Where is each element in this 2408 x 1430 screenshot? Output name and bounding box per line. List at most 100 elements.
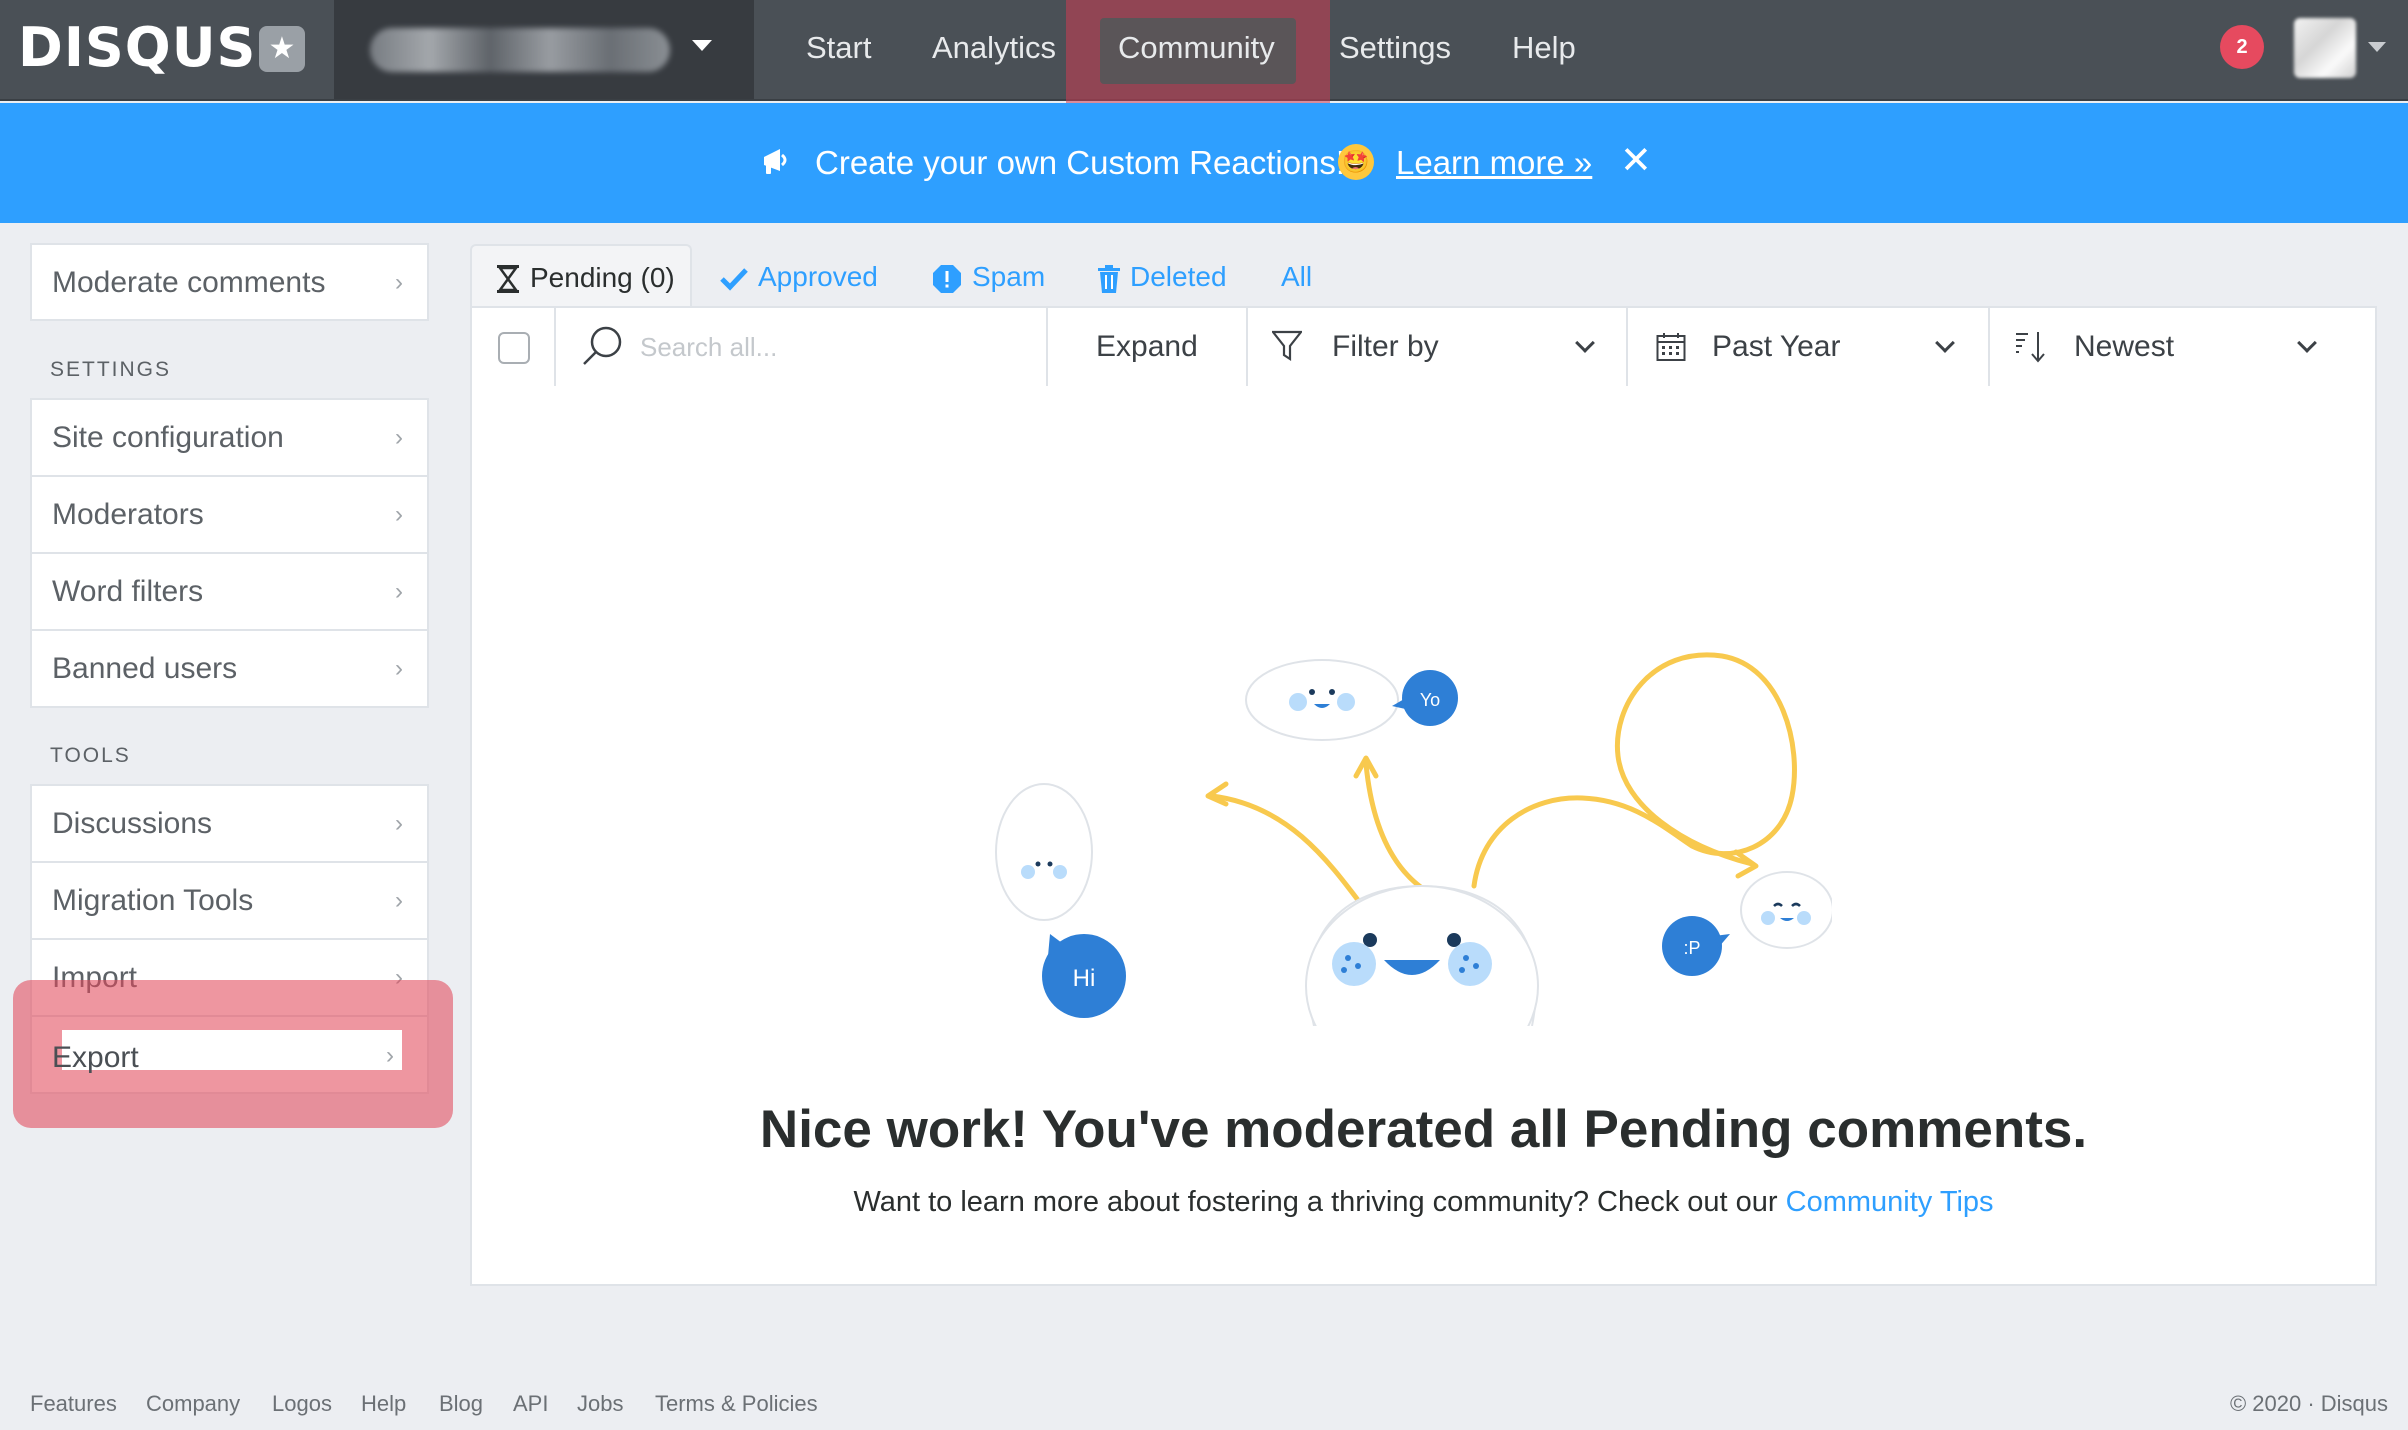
chevron-right-icon: › [386, 1042, 394, 1069]
nav-start[interactable]: Start [806, 26, 871, 70]
chevron-down-icon [692, 40, 712, 51]
sidebar-item-discussions[interactable]: Discussions › [32, 786, 427, 863]
footer-link-jobs[interactable]: Jobs [577, 1390, 623, 1418]
spam-alert-icon [933, 264, 961, 293]
expand-button[interactable]: Expand [1048, 308, 1248, 386]
nav-help[interactable]: Help [1512, 26, 1576, 70]
tab-deleted-label: Deleted [1130, 261, 1227, 292]
sort-dropdown[interactable]: Newest [1990, 308, 2375, 386]
chevron-right-icon: › [395, 269, 403, 296]
hourglass-icon [497, 265, 519, 293]
date-range-dropdown[interactable]: Past Year [1628, 308, 1990, 386]
sidebar-item-export[interactable]: Export › [36, 986, 428, 1104]
blob-yo: Yo [1245, 659, 1458, 741]
chevron-down-icon [2297, 333, 2317, 353]
footer-link-help[interactable]: Help [361, 1390, 406, 1418]
empty-state-illustration: Yo Hi:P [995, 652, 1832, 1026]
chevron-right-icon: › [395, 810, 403, 837]
bubble-p-text: :P [1683, 938, 1700, 958]
user-avatar[interactable] [2294, 18, 2356, 78]
filter-label: Filter by [1332, 330, 1439, 363]
tab-pending[interactable]: Pending (0) [470, 244, 692, 308]
footer-link-blog[interactable]: Blog [439, 1390, 483, 1418]
sidebar-item-moderate-comments[interactable]: Moderate comments › [30, 243, 429, 321]
chevron-right-icon: › [395, 424, 403, 451]
search-icon [583, 326, 622, 365]
site-selector[interactable] [334, 0, 754, 99]
chevron-right-icon: › [395, 578, 403, 605]
filter-funnel-icon [1272, 330, 1302, 362]
footer-link-terms[interactable]: Terms & Policies [655, 1390, 818, 1418]
notification-badge[interactable]: 2 [2220, 25, 2264, 69]
megaphone-icon [764, 149, 787, 174]
sidebar-item-label: Word filters [52, 575, 204, 608]
blob-center [1305, 884, 1539, 1026]
disqus-logo[interactable]: DISQUS [18, 16, 256, 79]
comments-panel: Yo Hi:P Nice work! You've moderated all… [470, 386, 2377, 1286]
tab-approved[interactable]: Approved [720, 249, 878, 305]
sidebar-item-moderators[interactable]: Moderators › [32, 477, 427, 554]
footer-link-logos[interactable]: Logos [272, 1390, 332, 1418]
close-icon[interactable]: ✕ [1620, 141, 1652, 181]
chevron-down-icon[interactable] [2368, 42, 2386, 52]
sidebar-item-label: Moderators [52, 498, 204, 531]
search-input[interactable] [640, 324, 1040, 370]
chevron-right-icon: › [395, 501, 403, 528]
empty-state-subtitle: Want to learn more about fostering a thr… [472, 1182, 2375, 1222]
blob-hi: Hi [995, 783, 1126, 1018]
tab-pending-label: Pending (0) [530, 262, 675, 293]
sidebar-item-label: Export [52, 1041, 139, 1074]
tab-all[interactable]: All [1281, 249, 1312, 305]
trash-icon [1098, 264, 1120, 293]
moderation-toolbar: Expand Filter by Past Year Newest [470, 306, 2377, 388]
nav-settings[interactable]: Settings [1339, 26, 1451, 70]
chevron-down-icon [1575, 333, 1595, 353]
tab-deleted[interactable]: Deleted [1098, 249, 1227, 305]
sort-icon [2016, 332, 2045, 363]
sort-label: Newest [2074, 330, 2175, 363]
sidebar-item-label: Banned users [52, 652, 238, 685]
sidebar-item-label: Site configuration [52, 421, 284, 454]
sidebar-item-site-configuration[interactable]: Site configuration › [32, 400, 427, 477]
copyright-text: © 2020 · Disqus [2229, 1391, 2388, 1416]
select-all-cell [472, 308, 556, 386]
filter-dropdown[interactable]: Filter by [1248, 308, 1628, 386]
footer-link-company[interactable]: Company [146, 1390, 240, 1418]
sidebar-item-label: Moderate comments [52, 266, 326, 299]
sidebar-item-migration-tools[interactable]: Migration Tools › [32, 863, 427, 940]
site-name-redacted [370, 28, 670, 72]
blob-p: :P [1662, 871, 1832, 976]
sidebar-item-banned-users[interactable]: Banned users › [32, 631, 427, 708]
learn-more-link[interactable]: Learn more » [1396, 143, 1592, 183]
announcement-banner: Create your own Custom Reactions! 🤩 Lear… [0, 103, 2408, 223]
settings-section-heading: SETTINGS [50, 358, 172, 381]
search-cell [556, 308, 1048, 386]
footer-link-api[interactable]: API [513, 1390, 548, 1418]
bubble-hi-text: Hi [1073, 965, 1096, 992]
sidebar-item-word-filters[interactable]: Word filters › [32, 554, 427, 631]
tab-spam-label: Spam [972, 261, 1046, 292]
sidebar-item-label: Migration Tools [52, 884, 254, 917]
chevron-right-icon: › [395, 655, 403, 682]
banner-message: Create your own Custom Reactions! [815, 144, 1346, 181]
nav-analytics[interactable]: Analytics [932, 26, 1056, 70]
select-all-checkbox[interactable] [498, 332, 530, 364]
footer-link-features[interactable]: Features [30, 1390, 117, 1418]
empty-state-title: Nice work! You've moderated all Pending … [759, 1100, 2088, 1159]
tab-approved-label: Approved [758, 261, 878, 292]
bubble-yo-text: Yo [1420, 690, 1440, 710]
expand-label: Expand [1096, 330, 1198, 363]
settings-menu: Site configuration › Moderators › Word f… [30, 398, 429, 708]
nav-community[interactable]: Community [1118, 26, 1275, 70]
checkmark-icon [720, 267, 748, 291]
chevron-right-icon: › [395, 887, 403, 914]
star-badge-icon: ★ [259, 26, 305, 72]
sidebar-item-label: Discussions [52, 807, 213, 840]
community-tips-link[interactable]: Community Tips [1786, 1186, 1994, 1218]
calendar-icon [1656, 333, 1686, 361]
chevron-down-icon [1935, 333, 1955, 353]
tab-spam[interactable]: Spam [932, 249, 1045, 305]
tools-section-heading: TOOLS [50, 744, 131, 767]
star-struck-emoji-icon: 🤩 [1338, 144, 1374, 180]
top-navigation-bar: DISQUS ★ Start Analytics Community Setti… [0, 0, 2408, 121]
